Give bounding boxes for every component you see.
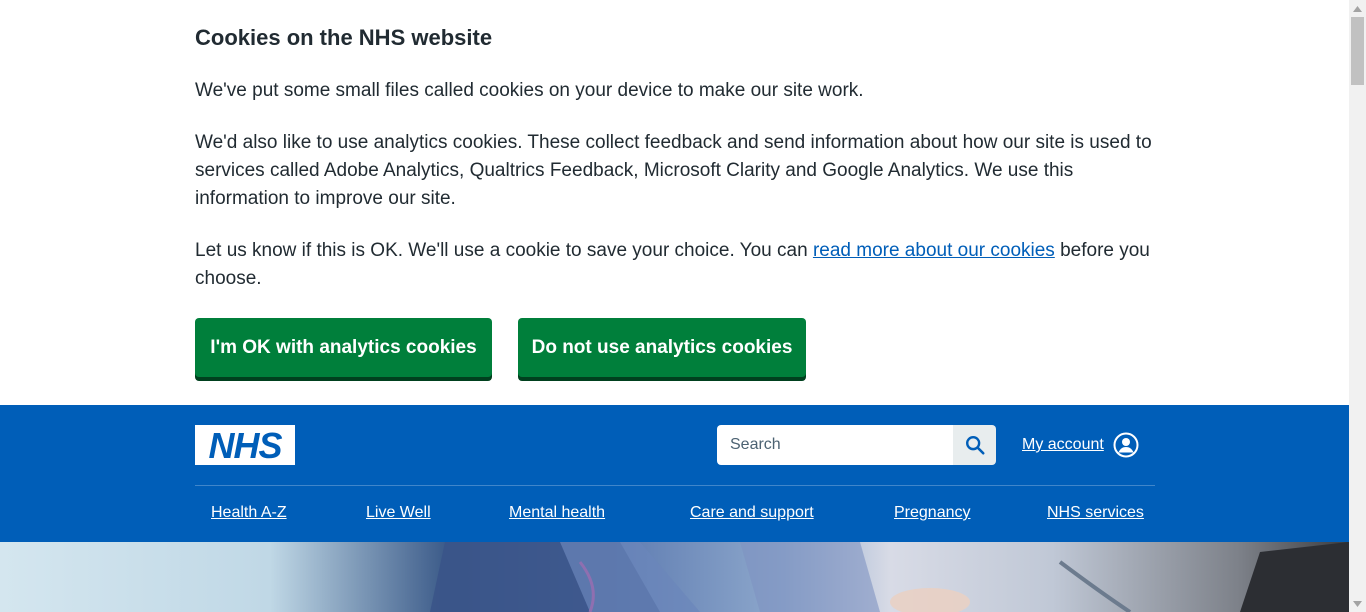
nav-item-pregnancy[interactable]: Pregnancy — [894, 504, 971, 522]
site-header: NHS My account Health A-Z Live Well Ment… — [0, 405, 1349, 542]
scrollbar-thumb[interactable] — [1351, 17, 1364, 85]
cookie-banner-paragraph: Let us know if this is OK. We'll use a c… — [195, 237, 1155, 293]
nav-item-mental-health[interactable]: Mental health — [509, 504, 605, 522]
cookie-banner-paragraph: We've put some small files called cookie… — [195, 80, 864, 101]
search-icon — [965, 436, 985, 455]
nhs-logo[interactable]: NHS — [195, 425, 295, 465]
cookie-banner-title: Cookies on the NHS website — [195, 25, 493, 50]
page-scrollbar[interactable] — [1349, 0, 1366, 612]
nav-item-live-well[interactable]: Live Well — [366, 504, 431, 522]
accept-analytics-cookies-button[interactable]: I'm OK with analytics cookies — [195, 318, 492, 377]
nav-item-nhs-services[interactable]: NHS services — [1047, 504, 1144, 522]
search-input[interactable] — [717, 425, 953, 465]
primary-navigation: Health A-Z Live Well Mental health Care … — [195, 486, 1155, 542]
cookie-banner: Cookies on the NHS website We've put som… — [0, 0, 1349, 405]
nhs-logo-text: NHS — [208, 425, 282, 465]
nav-item-care-and-support[interactable]: Care and support — [690, 504, 814, 522]
read-more-cookies-link[interactable]: read more about our cookies — [813, 240, 1055, 261]
hero-image — [0, 542, 1349, 612]
nhs-logo-icon: NHS — [195, 425, 295, 465]
cookie-banner-paragraph: We'd also like to use analytics cookies.… — [195, 132, 1152, 209]
search-button[interactable] — [953, 425, 996, 465]
my-account-link[interactable]: My account — [1022, 424, 1139, 466]
search-form — [717, 425, 996, 465]
cookie-text: Let us know if this is OK. We'll use a c… — [195, 240, 813, 261]
nav-item-health-a-z[interactable]: Health A-Z — [211, 504, 287, 522]
scroll-up-arrow-icon[interactable] — [1349, 0, 1366, 17]
reject-analytics-cookies-button[interactable]: Do not use analytics cookies — [518, 318, 806, 377]
user-circle-icon — [1113, 432, 1139, 458]
hero-photo-illustration — [430, 542, 1349, 612]
scroll-down-arrow-icon[interactable] — [1349, 595, 1366, 612]
my-account-label: My account — [1022, 436, 1104, 453]
